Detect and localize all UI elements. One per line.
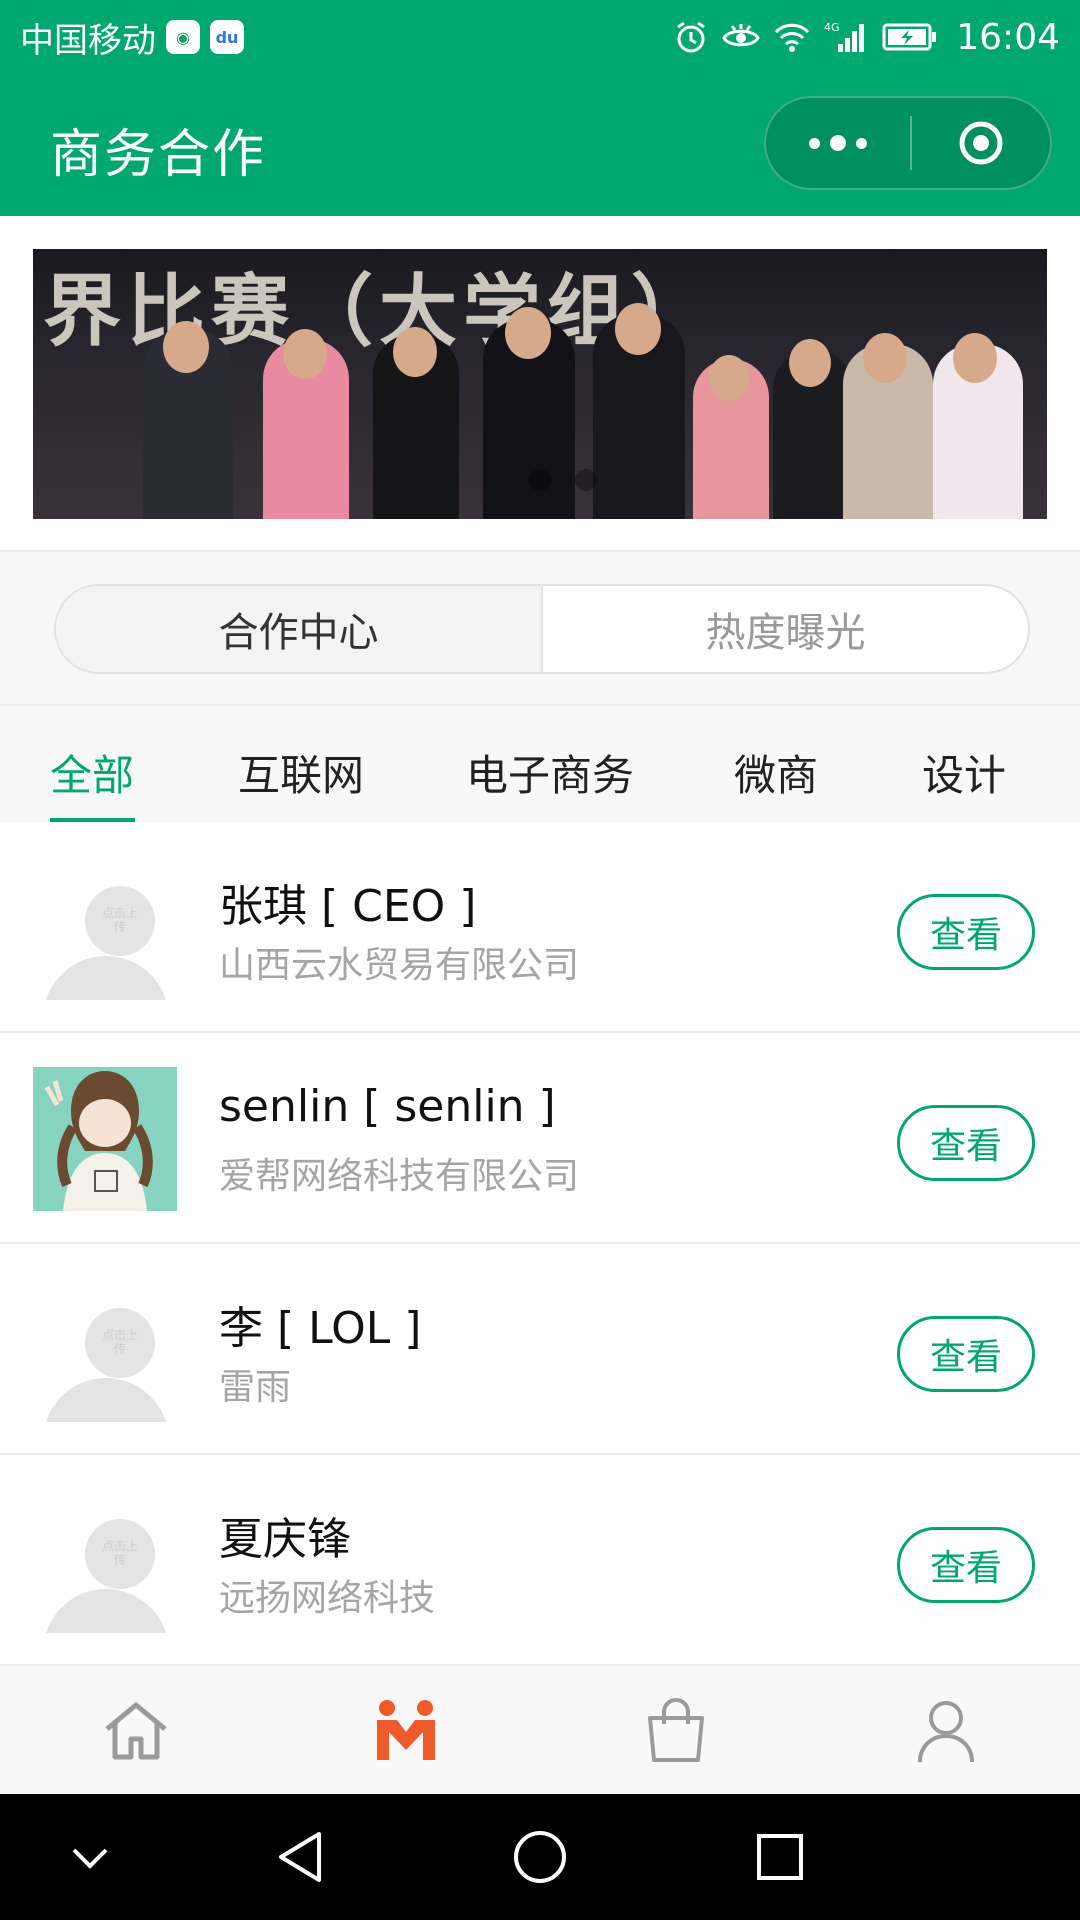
network-type-label: 4G [824, 21, 840, 34]
carrier-group: 中国移动 ◉ du [20, 13, 244, 62]
nav-recents-button[interactable] [750, 1827, 810, 1887]
home-icon [105, 1702, 167, 1760]
contact-company: 雷雨 [219, 1367, 292, 1408]
banner-figure-head [393, 327, 437, 377]
view-button[interactable]: 查看 [897, 894, 1035, 970]
carousel-dot[interactable] [575, 469, 597, 491]
contact-company: 远扬网络科技 [219, 1578, 436, 1619]
more-button[interactable] [766, 98, 910, 188]
page-title: 商务合作 [50, 125, 267, 185]
view-button[interactable]: 查看 [897, 1105, 1035, 1181]
contact-list: 点击上传 张琪 [ CEO ] 山西云水贸易有限公司 查看 senlin [ s… [0, 822, 1080, 1666]
carousel-dot[interactable] [483, 469, 505, 491]
tab-profile[interactable] [906, 1696, 986, 1766]
mini-program-capsule [764, 96, 1052, 190]
segment-tab-cooperation-center[interactable]: 合作中心 [56, 586, 543, 672]
shopping-bag-icon [648, 1698, 704, 1762]
clock: 16:04 [956, 16, 1060, 58]
segment-tab-hot-exposure[interactable]: 热度曝光 [543, 586, 1028, 672]
signal-icon: 4G [824, 21, 865, 52]
category-tab-ecommerce[interactable]: 电子商务 [466, 742, 634, 803]
segment-section: 合作中心 热度曝光 [0, 552, 1080, 706]
back-triangle-icon [279, 1832, 321, 1882]
nav-home-button[interactable] [510, 1827, 570, 1887]
contact-name: 李 [ LOL ] [219, 1303, 422, 1354]
carousel-indicators [33, 469, 1047, 491]
avatar-illustration [33, 1067, 177, 1211]
avatar: 点击上传 [33, 856, 177, 1000]
banner-figure-head [505, 307, 551, 359]
nav-hide-button[interactable] [60, 1827, 120, 1887]
bottom-tab-bar [0, 1664, 1080, 1794]
banner-figure-head [709, 355, 749, 401]
more-dots-icon [809, 137, 820, 149]
category-tab-all[interactable]: 全部 [50, 742, 134, 803]
list-item[interactable]: 点击上传 夏庆锋 远扬网络科技 查看 [0, 1455, 1080, 1666]
android-nav-bar [0, 1794, 1080, 1920]
banner-figure-head [953, 333, 997, 383]
list-item[interactable]: senlin [ senlin ] 爱帮网络科技有限公司 查看 [0, 1033, 1080, 1244]
status-bar: 中国移动 ◉ du 4G 16:04 [0, 0, 1080, 74]
category-tab-wechat-business[interactable]: 微商 [734, 742, 818, 803]
contact-name: 夏庆锋 [219, 1514, 351, 1565]
battery-charging-icon [882, 23, 937, 51]
close-target-icon [959, 121, 1003, 165]
avatar-upload-hint: 点击上传 [101, 906, 138, 934]
avatar: 点击上传 [33, 1278, 177, 1422]
category-tabs: 全部 互联网 电子商务 微商 设计 [0, 706, 1080, 822]
tab-home[interactable] [96, 1696, 176, 1766]
banner-figure-head [615, 303, 661, 355]
category-tab-internet[interactable]: 互联网 [238, 742, 364, 803]
contact-name: senlin [ senlin ] [219, 1081, 556, 1132]
more-dots-icon [830, 135, 846, 151]
more-dots-icon [856, 137, 867, 149]
carousel-dot[interactable] [529, 469, 551, 491]
contact-company: 山西云水贸易有限公司 [219, 945, 580, 986]
baidu-app-icon: du [210, 20, 244, 54]
avatar-upload-hint: 点击上传 [101, 1539, 138, 1567]
avatar [33, 1067, 177, 1211]
banner-figure-head [283, 329, 327, 379]
recents-square-icon [757, 1834, 803, 1880]
carrier-name: 中国移动 [20, 20, 156, 61]
chevron-down-icon [72, 1848, 108, 1869]
user-profile-icon [918, 1701, 974, 1763]
banner-section: 界比赛（大学组） [0, 216, 1080, 552]
contact-company: 爱帮网络科技有限公司 [219, 1156, 580, 1197]
wifi-icon [775, 23, 810, 52]
contact-name: 张琪 [ CEO ] [219, 881, 477, 932]
nav-back-button[interactable] [270, 1827, 330, 1887]
app-icon-1: ◉ [166, 20, 200, 54]
banner-figure-head [163, 321, 209, 373]
banner-figure-head [863, 333, 907, 383]
status-icons: 4G 16:04 [674, 17, 1060, 58]
view-button[interactable]: 查看 [897, 1527, 1035, 1603]
home-circle-icon [514, 1831, 566, 1883]
segmented-control: 合作中心 热度曝光 [54, 584, 1030, 674]
banner-figure-head [789, 339, 831, 387]
cooperation-icon [377, 1700, 435, 1760]
eye-icon [722, 24, 760, 47]
avatar: 点击上传 [33, 1489, 177, 1633]
title-bar: 商务合作 [0, 74, 1080, 216]
category-tab-design[interactable]: 设计 [922, 742, 1006, 803]
alarm-icon [677, 21, 706, 53]
view-button[interactable]: 查看 [897, 1316, 1035, 1392]
banner-carousel[interactable]: 界比赛（大学组） [33, 249, 1047, 519]
tab-shop[interactable] [636, 1696, 716, 1766]
list-item[interactable]: 点击上传 李 [ LOL ] 雷雨 查看 [0, 1244, 1080, 1455]
close-button[interactable] [912, 98, 1050, 188]
avatar-upload-hint: 点击上传 [101, 1328, 138, 1356]
list-item[interactable]: 点击上传 张琪 [ CEO ] 山西云水贸易有限公司 查看 [0, 822, 1080, 1033]
tab-cooperation[interactable] [366, 1696, 446, 1766]
